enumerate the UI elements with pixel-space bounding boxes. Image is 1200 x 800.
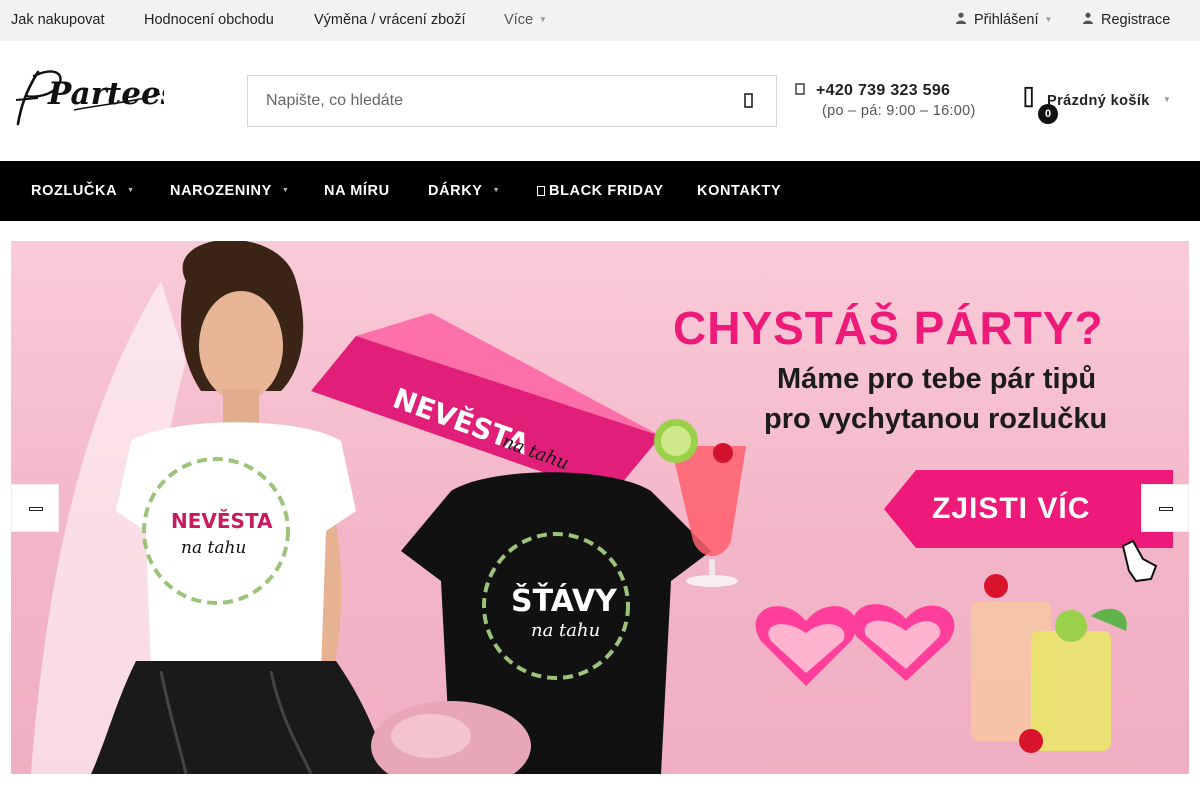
phone-icon [795,83,805,98]
tag-icon [537,186,545,196]
register-icon [1083,12,1093,27]
link-jak-nakupovat[interactable]: Jak nakupovat [11,12,105,28]
nav-item-black-friday[interactable]: BLACK FRIDAY [537,183,664,199]
register-link[interactable]: Registrace [1083,12,1170,28]
search-button[interactable] [738,90,760,112]
nav-item-rozlucka[interactable]: ROZLUČKA ▼ [31,183,135,199]
phone-number[interactable]: +420 739 323 596 [816,82,950,100]
banner-headline: CHYSTÁŠ PÁRTY? [673,302,1104,354]
nav-item-label: ROZLUČKA [31,183,118,199]
cherry [713,443,733,463]
chevron-down-icon: ▼ [492,187,501,194]
cart-button[interactable]: 0 Prázdný košík ▼ [1020,86,1180,126]
banner-subtitle-line2: pro vychytanou rozlučku [764,403,1108,435]
white-tee-script: na tahu [181,538,246,558]
nav-item-narozeniny[interactable]: NAROZENINY ▼ [170,183,289,199]
arrow-left-icon [29,507,43,511]
search-box [247,75,777,127]
more-label: Více [504,12,534,28]
drink-glass-lime [1031,631,1111,751]
nav-item-darky[interactable]: DÁRKY ▼ [428,183,500,199]
nav-item-label: BLACK FRIDAY [549,183,664,199]
nav-item-label: NAROZENINY [170,183,272,199]
login-label: Přihlášení [974,12,1039,28]
cart-label: Prázdný košík [1047,93,1150,109]
cta-button[interactable]: ZJISTI VÍC [884,470,1178,548]
banner-subtitle-line1: Máme pro tebe pár tipů [777,363,1097,395]
arrow-right-icon [1159,507,1173,511]
search-input[interactable] [248,76,718,126]
top-utility-bar: Jak nakupovat Hodnocení obchodu Výměna /… [0,0,1200,41]
black-tee-script: na tahu [531,620,600,641]
cart-icon [1024,86,1033,108]
chevron-down-icon: ▼ [1163,95,1171,104]
more-menu[interactable]: Více ▼ [504,12,547,28]
chevron-down-icon: ▼ [127,187,135,194]
black-tee-text: ŠŤÁVY [511,582,618,619]
nav-item-label: DÁRKY [428,183,483,199]
chevron-down-icon: ▼ [539,15,547,24]
link-vymena-vraceni[interactable]: Výměna / vrácení zboží [314,12,466,28]
face-shape [199,291,283,401]
opening-hours: (po – pá: 9:00 – 16:00) [822,103,976,119]
nav-item-na-miru[interactable]: NA MÍRU [324,183,390,199]
hero-banner[interactable]: NEVĚSTA na tahu NEVĚSTA na tahu ŠŤÁVY na… [11,241,1189,774]
chevron-down-icon: ▼ [281,187,290,194]
chevron-down-icon: ▼ [1044,15,1053,24]
link-hodnoceni-obchodu[interactable]: Hodnocení obchodu [144,12,274,28]
nav-item-kontakty[interactable]: KONTAKTY [697,183,781,199]
login-menu[interactable]: Přihlášení ▼ [956,12,1052,28]
leather-skirt [91,661,391,774]
cherry-top [984,574,1008,598]
partees-logo-mark: Partees [15,70,178,126]
register-label: Registrace [1101,12,1171,28]
cta-label: ZJISTI VÍC [932,492,1091,525]
white-tee-text: NEVĚSTA [171,509,273,533]
main-navigation: ROZLUČKA ▼ NAROZENINY ▼ NA MÍRU DÁRKY ▼ BLA… [0,161,1200,221]
search-icon [744,93,753,108]
site-logo[interactable]: Partees [14,64,178,130]
logo-text: Partees [47,76,164,112]
slider-next-button[interactable] [1141,484,1189,532]
slider-prev-button[interactable] [11,484,59,532]
user-icon [956,12,966,27]
